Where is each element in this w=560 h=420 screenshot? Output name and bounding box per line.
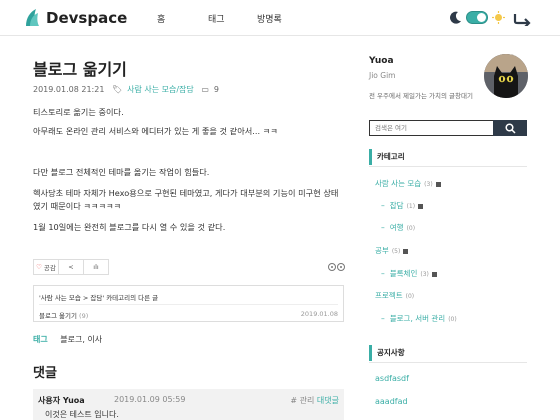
post-comment-count[interactable]: 9 [214,85,219,94]
heart-icon: ♡ [36,263,42,271]
theme-toggle [450,10,534,26]
related-heading[interactable]: '사람 사는 모습 > 잡담' 카테고리의 다른 글 [39,292,158,302]
comment-date: 2019.01.09 05:59 [114,395,186,404]
category-item[interactable]: 프로젝트 (0) [375,290,414,301]
tags-row: 태그 블로그, 이사 [33,334,102,345]
related-item-count: (9) [79,312,89,320]
post-paragraph: 다만 블로그 전체적인 테마를 옮기는 작업이 힘들다. [33,167,210,177]
dark-mode-switch[interactable] [466,11,488,24]
chart-icon: ılı [93,263,99,271]
sun-icon [492,11,505,24]
post-actions: ♡ 공감 < ılı [33,259,109,275]
comment-reply[interactable]: 대댓글 [317,396,339,405]
category-item[interactable]: – 여행 (0) [381,222,415,233]
more-options-icon[interactable] [328,262,346,272]
post-paragraph: 티스토리로 옮기는 중이다. [33,107,124,117]
category-item[interactable]: – 잡담 (1) [381,200,424,211]
like-label: 공감 [43,264,56,272]
related-item-date: 2019.01.08 [300,310,338,318]
related-item-title: 블로그 옮기기 [39,312,77,320]
cat-avatar-icon [484,54,528,98]
post-paragraph: 아무래도 온라인 관리 서비스와 에디터가 있는 게 좋을 것 같아서... ㅋ… [33,126,278,136]
nav-tags[interactable]: 태그 [208,12,225,25]
site-name[interactable]: Devspace [46,9,127,27]
category-item[interactable]: 사람 사는 모습 (3) [375,178,441,189]
notice-item[interactable]: asdfasdf [375,374,409,383]
search-bar [369,120,527,136]
post-meta: 2019.01.08 21:21 🏷 사람 사는 모습/잡담 ▭ 9 [33,84,224,95]
category-item[interactable]: – 블로그, 서버 관리 (0) [381,313,457,324]
post-title: 블로그 옮기기 [33,60,127,79]
nav-home[interactable]: 홈 [157,12,165,25]
notice-heading: 공지사항 [369,345,527,361]
moon-icon [450,11,461,24]
comment-author: 사용자 Yuoa [38,396,85,405]
tags-value[interactable]: 블로그, 이사 [60,335,102,344]
stats-button[interactable]: ılı [84,260,108,274]
like-button[interactable]: ♡ 공감 [34,260,59,274]
profile-name: Yuoa [369,56,394,66]
search-icon [504,122,516,134]
related-posts: '사람 사는 모습 > 잡담' 카테고리의 다른 글 블로그 옮기기 (9) 2… [33,285,344,322]
comment: 사용자 Yuoa 2019.01.09 05:59 # 관리 대댓글 이것은 테… [33,389,344,420]
login-arrow-icon[interactable] [512,10,532,26]
post-category[interactable]: 사람 사는 모습/잡담 [127,85,194,94]
post-paragraph: 헥사당초 테마 자체가 Hexo용으로 구현된 테마였고, 게다가 대부분의 기… [33,188,339,211]
comment-actions: # 관리 대댓글 [290,395,339,406]
profile-description: 전 우주에서 제일가는 가치의 글창대기 [369,92,473,100]
share-icon: < [68,263,74,271]
leaf-logo-icon[interactable] [24,8,40,28]
profile-subtitle: Jio Gim [369,71,396,80]
comment-manage[interactable]: # 관리 [290,396,314,405]
site-header: Devspace 홈 태그 방명록 [0,0,560,36]
category-item[interactable]: – 블록체인 (3) [381,268,437,279]
notice-item[interactable]: aaadfad [375,397,408,406]
tags-label: 태그 [33,335,48,344]
search-input[interactable] [369,120,493,136]
post-date: 2019.01.08 21:21 [33,85,105,94]
comment-text: 이것은 테스트 입니다. [45,410,119,419]
related-item[interactable]: 블로그 옮기기 (9) [39,310,88,320]
post-paragraph: 1월 10일에는 완전히 블로그를 다시 열 수 있을 것 같다. [33,222,226,232]
tag-icon: 🏷 [111,85,123,94]
share-button[interactable]: < [59,260,84,274]
comment-icon: ▭ [201,85,209,94]
search-button[interactable] [493,120,527,136]
avatar [484,54,528,98]
comments-title: 댓글 [33,366,57,381]
categories-heading: 카테고리 [369,149,527,165]
nav-guestbook[interactable]: 방명록 [257,12,282,25]
category-item[interactable]: 공부 (5) [375,245,409,256]
